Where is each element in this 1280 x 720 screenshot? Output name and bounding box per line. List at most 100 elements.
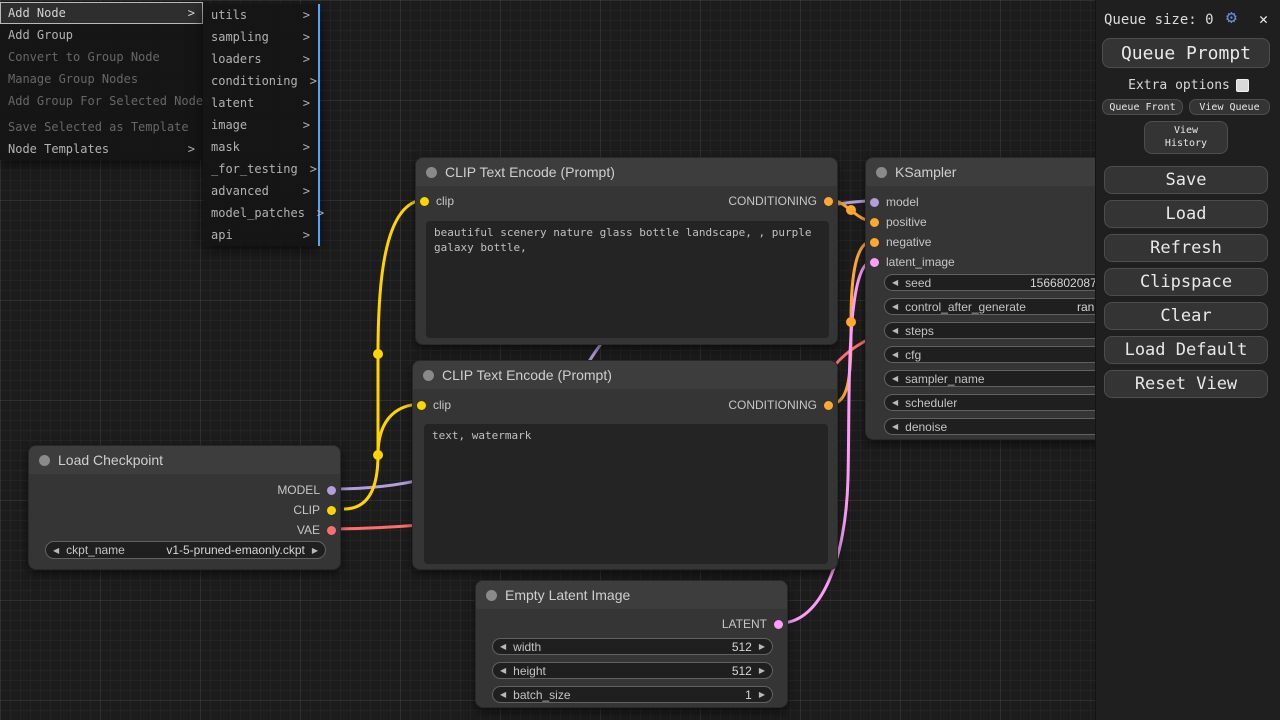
refresh-button[interactable]: Refresh [1104, 234, 1268, 262]
submenu-arrow-icon: > [303, 140, 310, 154]
prompt-textarea[interactable]: beautiful scenery nature glass bottle la… [426, 221, 829, 338]
submenu-item-utils[interactable]: utils > [203, 4, 318, 26]
prompt-textarea[interactable]: text, watermark [424, 424, 828, 564]
input-slot-clip: clip [417, 397, 451, 413]
submenu-item-conditioning[interactable]: conditioning > [203, 70, 318, 92]
clipspace-button[interactable]: Clipspace [1104, 268, 1268, 296]
submenu-item-for-testing[interactable]: _for_testing > [203, 158, 318, 180]
collapse-dot-icon[interactable] [39, 455, 50, 466]
decrement-arrow-icon[interactable]: ◀ [892, 326, 898, 335]
prev-arrow-icon[interactable]: ◀ [53, 546, 59, 555]
widget-label: height [513, 664, 546, 678]
vae-slot-dot[interactable] [327, 526, 336, 535]
decrement-arrow-icon[interactable]: ◀ [892, 374, 898, 383]
conditioning-slot-dot[interactable] [824, 197, 833, 206]
settings-gear-icon[interactable]: ⚙ [1226, 7, 1237, 28]
menu-item-add-node[interactable]: Add Node > [0, 2, 203, 24]
clip-slot-dot[interactable] [420, 197, 429, 206]
save-button[interactable]: Save [1104, 166, 1268, 194]
widget-seed[interactable]: ◀ seed 1566802087 [884, 274, 1124, 291]
widget-label: control_after_generate [905, 300, 1026, 314]
submenu-item-mask[interactable]: mask > [203, 136, 318, 158]
wire-midpoint-dot[interactable] [846, 205, 856, 215]
queue-front-button[interactable]: Queue Front [1102, 99, 1183, 115]
submenu-arrow-icon: > [317, 206, 324, 220]
widget-steps[interactable]: ◀ steps [884, 322, 1124, 339]
menu-item-node-templates[interactable]: Node Templates > [0, 138, 203, 160]
submenu-item-model-patches[interactable]: model_patches > [203, 202, 318, 224]
node-title: Empty Latent Image [505, 587, 630, 603]
submenu-arrow-icon: > [310, 74, 317, 88]
widget-ckpt-name[interactable]: ◀ ckpt_name v1-5-pruned-emaonly.ckpt ▶ [45, 541, 326, 559]
node-load-checkpoint[interactable]: Load Checkpoint MODEL CLIP VAE ◀ ckpt_na… [28, 445, 341, 570]
widget-scheduler[interactable]: ◀ scheduler [884, 394, 1124, 411]
view-history-button[interactable]: View History [1144, 121, 1228, 154]
submenu-item-api[interactable]: api > [203, 224, 318, 246]
close-icon[interactable]: ✕ [1259, 10, 1268, 28]
decrement-arrow-icon[interactable]: ◀ [500, 666, 506, 675]
submenu-item-sampling[interactable]: sampling > [203, 26, 318, 48]
decrement-arrow-icon[interactable]: ◀ [892, 398, 898, 407]
clip-slot-dot[interactable] [417, 401, 426, 410]
widget-cfg[interactable]: ◀ cfg [884, 346, 1124, 363]
widget-denoise[interactable]: ◀ denoise [884, 418, 1124, 435]
decrement-arrow-icon[interactable]: ◀ [892, 302, 898, 311]
node-canvas[interactable]: CLIP Text Encode (Prompt) clip CONDITION… [0, 0, 1280, 720]
next-arrow-icon[interactable]: ▶ [312, 546, 318, 555]
model-slot-dot[interactable] [870, 198, 879, 207]
extra-options-checkbox[interactable] [1236, 79, 1249, 92]
latent-slot-dot[interactable] [870, 258, 879, 267]
collapse-dot-icon[interactable] [426, 167, 437, 178]
load-default-button[interactable]: Load Default [1104, 336, 1268, 364]
view-queue-button[interactable]: View Queue [1189, 99, 1270, 115]
submenu-item-latent[interactable]: latent > [203, 92, 318, 114]
queue-prompt-button[interactable]: Queue Prompt [1102, 38, 1270, 68]
reset-view-button[interactable]: Reset View [1104, 370, 1268, 398]
slot-label: CONDITIONING [728, 194, 817, 208]
load-button[interactable]: Load [1104, 200, 1268, 228]
wire-midpoint-dot[interactable] [846, 317, 856, 327]
increment-arrow-icon[interactable]: ▶ [759, 642, 765, 651]
node-header[interactable]: Load Checkpoint [29, 446, 340, 474]
decrement-arrow-icon[interactable]: ◀ [500, 642, 506, 651]
conditioning-slot-dot[interactable] [870, 238, 879, 247]
conditioning-slot-dot[interactable] [824, 401, 833, 410]
widget-sampler-name[interactable]: ◀ sampler_name [884, 370, 1124, 387]
widget-height[interactable]: ◀ height 512 ▶ [492, 662, 773, 679]
node-empty-latent-image[interactable]: Empty Latent Image LATENT ◀ width 512 ▶ … [475, 580, 788, 708]
clip-slot-dot[interactable] [327, 506, 336, 515]
node-clip-text-encode-negative[interactable]: CLIP Text Encode (Prompt) clip CONDITION… [412, 360, 838, 570]
view-history-label-line2: History [1165, 138, 1207, 151]
latent-slot-dot[interactable] [774, 620, 783, 629]
node-header[interactable]: Empty Latent Image [476, 581, 787, 609]
menu-item-add-group[interactable]: Add Group [0, 24, 203, 46]
queue-size-label: Queue size: 0 [1104, 12, 1214, 28]
output-slot-latent: LATENT [722, 616, 783, 632]
submenu-item-advanced[interactable]: advanced > [203, 180, 318, 202]
decrement-arrow-icon[interactable]: ◀ [892, 350, 898, 359]
conditioning-slot-dot[interactable] [870, 218, 879, 227]
node-header[interactable]: CLIP Text Encode (Prompt) [413, 361, 837, 389]
collapse-dot-icon[interactable] [876, 167, 887, 178]
submenu-item-loaders[interactable]: loaders > [203, 48, 318, 70]
node-clip-text-encode-positive[interactable]: CLIP Text Encode (Prompt) clip CONDITION… [415, 157, 838, 345]
wire-midpoint-dot[interactable] [373, 349, 383, 359]
input-slot-clip: clip [420, 193, 454, 209]
widget-width[interactable]: ◀ width 512 ▶ [492, 638, 773, 655]
submenu-item-image[interactable]: image > [203, 114, 318, 136]
increment-arrow-icon[interactable]: ▶ [759, 666, 765, 675]
decrement-arrow-icon[interactable]: ◀ [892, 278, 898, 287]
submenu-arrow-icon: > [303, 184, 310, 198]
collapse-dot-icon[interactable] [486, 590, 497, 601]
decrement-arrow-icon[interactable]: ◀ [892, 422, 898, 431]
collapse-dot-icon[interactable] [423, 370, 434, 381]
widget-control-after-generate[interactable]: ◀ control_after_generate ran [884, 298, 1124, 315]
model-slot-dot[interactable] [327, 486, 336, 495]
decrement-arrow-icon[interactable]: ◀ [500, 690, 506, 699]
menu-item-label: sampling [211, 30, 269, 44]
increment-arrow-icon[interactable]: ▶ [759, 690, 765, 699]
wire-midpoint-dot[interactable] [373, 450, 383, 460]
clear-button[interactable]: Clear [1104, 302, 1268, 330]
node-header[interactable]: CLIP Text Encode (Prompt) [416, 158, 837, 186]
widget-batch-size[interactable]: ◀ batch_size 1 ▶ [492, 686, 773, 703]
